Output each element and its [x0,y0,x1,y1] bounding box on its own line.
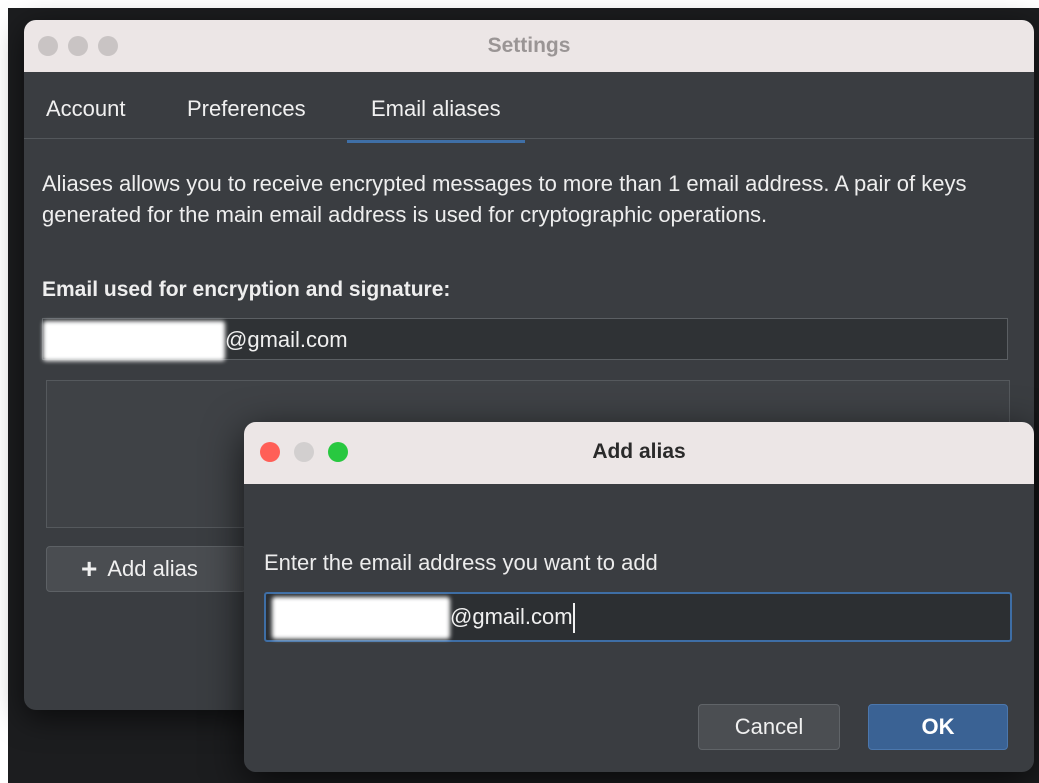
cancel-button[interactable]: Cancel [698,704,840,750]
dialog-titlebar: Add alias [244,422,1034,484]
settings-title: Settings [487,34,571,57]
add-alias-label: Add alias [107,556,198,581]
redacted-alias-username [272,597,450,640]
main-email-domain: @gmail.com [225,327,348,352]
dialog-prompt: Enter the email address you want to add [264,550,658,575]
redacted-username [43,321,225,362]
add-alias-dialog: Add alias Enter the email address you wa… [244,422,1034,772]
tab-account[interactable]: Account [46,96,126,122]
settings-tabs: Account Preferences Email aliases [24,72,1034,143]
main-email-field[interactable]: @gmail.com [42,318,1008,362]
add-alias-button[interactable]: + Add alias [46,546,246,592]
tab-email-aliases[interactable]: Email aliases [347,96,525,143]
plus-icon: + [81,553,98,584]
tab-preferences[interactable]: Preferences [187,96,306,122]
aliases-description: Aliases allows you to receive encrypted … [42,171,967,227]
ok-button[interactable]: OK [868,704,1008,750]
dialog-title: Add alias [592,440,686,463]
alias-email-domain: @gmail.com [450,604,573,629]
encryption-email-label: Email used for encryption and signature: [42,278,451,301]
text-cursor [572,603,575,634]
settings-titlebar: Settings [24,20,1034,72]
alias-email-input[interactable]: @gmail.com [264,592,1012,642]
